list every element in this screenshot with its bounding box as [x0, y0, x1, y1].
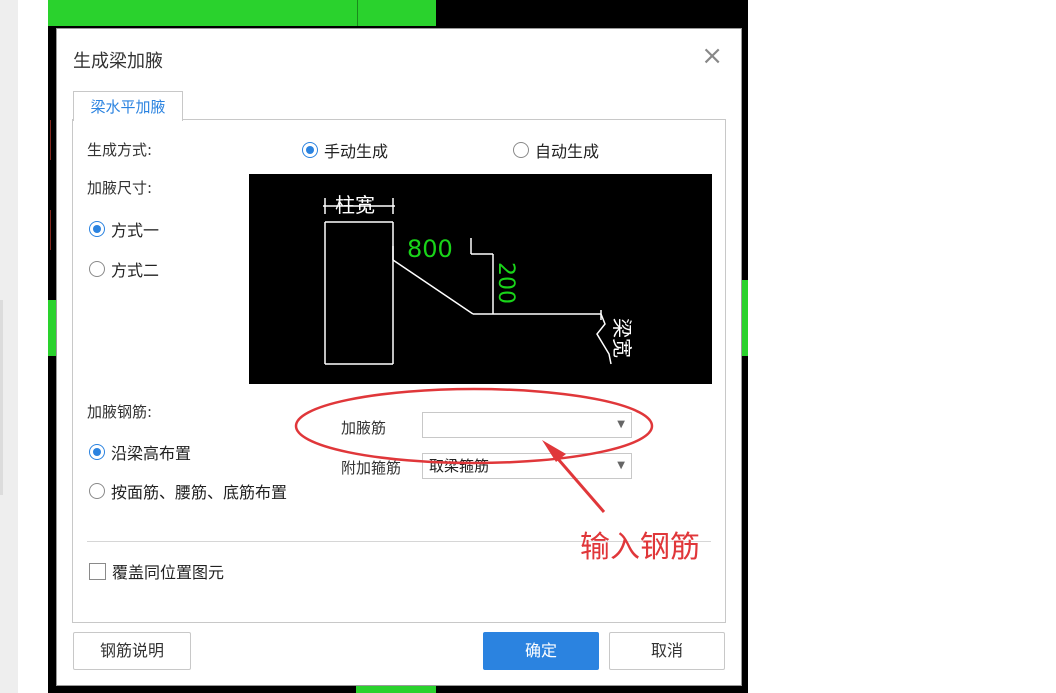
dim-vertical-200: 200	[493, 262, 518, 304]
radio-label: 方式二	[111, 261, 160, 280]
annotation-input-rebar-text: 输入钢筋	[580, 530, 700, 565]
tab-beam-horizontal-haunch[interactable]: 梁水平加腋	[73, 91, 183, 121]
dropdown-arrow-icon: ▼	[617, 419, 625, 430]
radio-unselected-icon[interactable]	[89, 483, 105, 499]
haunch-bar-input[interactable]: ▼	[422, 412, 632, 438]
dim-beam-width: 梁宽	[610, 318, 634, 358]
radio-label: 按面筋、腰筋、底筋布置	[111, 483, 288, 502]
radio-unselected-icon[interactable]	[513, 142, 529, 158]
cad-beam-top	[48, 0, 436, 26]
dialog-title: 生成梁加腋	[73, 51, 163, 72]
size-label: 加腋尺寸:	[87, 179, 153, 197]
radio-label: 手动生成	[324, 142, 389, 161]
radio-unselected-icon[interactable]	[89, 261, 105, 277]
radio-size-mode-1[interactable]: 方式一	[89, 217, 159, 241]
dropdown-arrow-icon: ▼	[617, 460, 625, 471]
radio-label: 方式一	[111, 221, 160, 240]
checkbox-icon[interactable]	[89, 562, 106, 580]
dim-column-width: 柱宽	[335, 193, 375, 217]
rebar-label: 加腋钢筋:	[87, 403, 153, 421]
radio-size-mode-2[interactable]: 方式二	[89, 257, 159, 281]
gen-mode-label: 生成方式:	[87, 141, 153, 159]
radio-by-top-waist-bottom[interactable]: 按面筋、腰筋、底筋布置	[89, 479, 287, 503]
haunch-bar-label: 加腋筋	[341, 419, 387, 437]
haunch-diagram-svg: 柱宽 800 200 梁宽	[323, 193, 634, 365]
overlay-checkbox[interactable]: 覆盖同位置图元	[89, 559, 224, 583]
radio-auto-generate[interactable]: 自动生成	[513, 138, 599, 162]
app-left-panel-edge	[0, 300, 3, 495]
extra-stirrup-label: 附加箍筋	[341, 459, 402, 477]
cad-beam-right	[742, 280, 748, 356]
cancel-button[interactable]: 取消	[609, 632, 725, 670]
extra-stirrup-value: 取梁箍筋	[429, 457, 490, 475]
rebar-help-button[interactable]: 钢筋说明	[73, 632, 191, 670]
checkbox-label: 覆盖同位置图元	[112, 563, 225, 582]
ok-button[interactable]: 确定	[483, 632, 599, 670]
haunch-diagram: 柱宽 800 200 梁宽	[249, 174, 712, 384]
generate-beam-haunch-dialog: 生成梁加腋 × 梁水平加腋 生成方式: 手动生成 自动生成 加腋尺寸: 方式一 …	[56, 28, 742, 686]
radio-selected-icon[interactable]	[302, 142, 318, 158]
radio-along-beam-height[interactable]: 沿梁高布置	[89, 440, 191, 464]
extra-stirrup-select[interactable]: 取梁箍筋 ▼	[422, 453, 632, 479]
radio-selected-icon[interactable]	[89, 444, 105, 460]
cad-red-line	[50, 120, 51, 160]
cad-red-line	[50, 210, 51, 250]
cad-beam-left	[48, 300, 56, 356]
radio-selected-icon[interactable]	[89, 221, 105, 237]
cad-beam-bottom	[356, 686, 436, 693]
close-icon[interactable]: ×	[701, 43, 723, 69]
dim-horizontal-800: 800	[407, 235, 453, 263]
radio-manual-generate[interactable]: 手动生成	[302, 138, 388, 162]
radio-label: 自动生成	[535, 142, 600, 161]
radio-label: 沿梁高布置	[111, 444, 192, 463]
